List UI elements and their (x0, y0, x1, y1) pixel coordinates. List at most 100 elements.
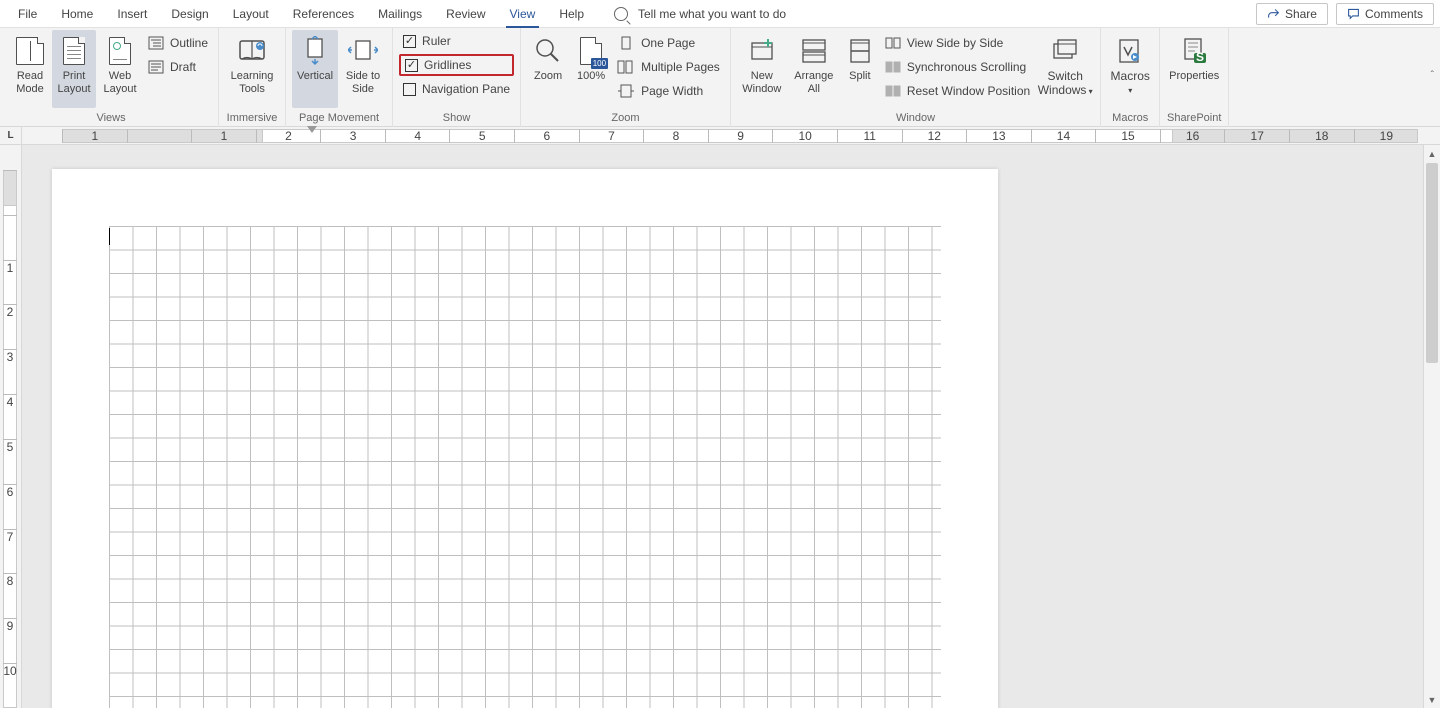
document-canvas[interactable] (22, 145, 1423, 708)
learning-tools-label: Learning Tools (225, 70, 279, 96)
multiple-pages-button[interactable]: Multiple Pages (613, 56, 724, 78)
search-icon (614, 7, 628, 21)
scroll-down-button[interactable]: ▼ (1424, 691, 1440, 708)
chevron-down-icon: ▾ (1128, 86, 1132, 95)
side-to-side-label: Side to Side (340, 70, 386, 96)
read-mode-button[interactable]: Read Mode (10, 30, 50, 108)
zoom-icon (534, 37, 562, 65)
checkbox-icon (403, 83, 416, 96)
vertical-button[interactable]: Vertical (292, 30, 338, 108)
checkbox-icon (403, 35, 416, 48)
multiple-pages-icon (617, 60, 635, 74)
ruler-checkbox[interactable]: Ruler (399, 30, 514, 52)
properties-label: Properties (1169, 70, 1219, 83)
navigation-pane-label: Navigation Pane (422, 82, 510, 96)
page-width-button[interactable]: Page Width (613, 80, 724, 102)
text-cursor (109, 228, 110, 245)
indent-marker[interactable] (307, 126, 317, 133)
collapse-ribbon-button[interactable]: ˆ (1431, 70, 1434, 81)
reset-window-position-button: Reset Window Position (881, 80, 1034, 102)
gridlines-label: Gridlines (424, 58, 471, 72)
view-side-by-side-label: View Side by Side (907, 36, 1004, 50)
new-window-button[interactable]: New Window (737, 30, 787, 108)
workspace: 12345678910 ▲ ▼ (0, 145, 1440, 708)
page[interactable] (52, 169, 998, 708)
side-to-side-button[interactable]: Side to Side (340, 30, 386, 108)
view-side-by-side-button[interactable]: View Side by Side (881, 32, 1034, 54)
zoom-label: Zoom (534, 70, 562, 83)
one-page-button[interactable]: One Page (613, 32, 724, 54)
reset-window-label: Reset Window Position (907, 84, 1030, 98)
vertical-icon (302, 36, 328, 66)
zoom-100-button[interactable]: 100 100% (571, 30, 611, 108)
scroll-thumb[interactable] (1426, 163, 1438, 363)
learning-tools-icon (237, 37, 267, 65)
new-window-label: New Window (737, 70, 787, 96)
tab-layout[interactable]: Layout (221, 0, 281, 28)
zoom-button[interactable]: Zoom (527, 30, 569, 108)
arrange-all-icon (800, 37, 828, 65)
scroll-up-button[interactable]: ▲ (1424, 145, 1440, 162)
web-layout-button[interactable]: Web Layout (98, 30, 142, 108)
draft-button[interactable]: Draft (144, 56, 212, 78)
comments-label: Comments (1365, 7, 1423, 21)
arrange-all-label: Arrange All (789, 70, 839, 96)
read-mode-label: Read Mode (10, 70, 50, 96)
macros-button[interactable]: Macros ▾ (1107, 30, 1153, 108)
print-layout-button[interactable]: Print Layout (52, 30, 96, 108)
tab-insert[interactable]: Insert (105, 0, 159, 28)
group-page-movement: Vertical Side to Side Page Movement (286, 28, 393, 127)
group-views: Read Mode Print Layout Web Layout Outlin… (4, 28, 219, 127)
side-by-side-icon (885, 36, 901, 50)
gridlines (109, 226, 941, 708)
page-width-label: Page Width (641, 84, 703, 98)
multiple-pages-label: Multiple Pages (641, 60, 720, 74)
share-button[interactable]: Share (1256, 3, 1328, 25)
print-layout-label: Print Layout (52, 70, 96, 96)
one-page-icon (617, 36, 635, 50)
macros-label: Macros (1111, 69, 1150, 83)
split-icon (848, 37, 872, 65)
group-sharepoint: S Properties SharePoint (1160, 28, 1229, 127)
group-show: Ruler Gridlines Navigation Pane Show (393, 28, 521, 127)
group-window-label: Window (896, 109, 935, 127)
outline-button[interactable]: Outline (144, 32, 212, 54)
comment-icon (1347, 7, 1360, 20)
vertical-label: Vertical (297, 70, 333, 83)
tab-help[interactable]: Help (547, 0, 596, 28)
split-label: Split (849, 70, 870, 83)
arrange-all-button[interactable]: Arrange All (789, 30, 839, 108)
outline-label: Outline (170, 36, 208, 50)
vertical-ruler[interactable]: 12345678910 (0, 145, 22, 708)
tab-selector[interactable]: L (7, 130, 13, 141)
group-window: New Window Arrange All Split View Side b… (731, 28, 1101, 127)
gridlines-checkbox[interactable]: Gridlines (399, 54, 514, 76)
group-show-label: Show (443, 109, 471, 127)
page-width-icon (617, 84, 635, 98)
horizontal-ruler[interactable]: 112345678910111213141516171819 (22, 127, 1423, 145)
tell-me-search[interactable]: Tell me what you want to do (614, 7, 786, 21)
comments-button[interactable]: Comments (1336, 3, 1434, 25)
checkbox-icon (405, 59, 418, 72)
properties-button[interactable]: S Properties (1166, 30, 1222, 108)
group-macros: Macros ▾ Macros (1101, 28, 1160, 127)
navigation-pane-checkbox[interactable]: Navigation Pane (399, 78, 514, 100)
tab-file[interactable]: File (6, 0, 49, 28)
vertical-scrollbar[interactable]: ▲ ▼ (1423, 145, 1440, 708)
tab-view[interactable]: View (498, 0, 548, 28)
switch-windows-label: Switch Windows (1038, 69, 1087, 97)
tab-design[interactable]: Design (159, 0, 220, 28)
menu-bar: File Home Insert Design Layout Reference… (0, 0, 1440, 28)
split-button[interactable]: Split (841, 30, 879, 108)
tab-references[interactable]: References (281, 0, 366, 28)
macros-icon (1116, 37, 1144, 65)
draft-icon (148, 60, 164, 74)
properties-icon: S (1180, 37, 1208, 65)
tab-review[interactable]: Review (434, 0, 497, 28)
reset-window-icon (885, 84, 901, 98)
learning-tools-button[interactable]: Learning Tools (225, 30, 279, 108)
tab-home[interactable]: Home (49, 0, 105, 28)
tell-me-placeholder: Tell me what you want to do (638, 7, 786, 21)
tab-mailings[interactable]: Mailings (366, 0, 434, 28)
switch-windows-button[interactable]: Switch Windows ▾ (1036, 30, 1094, 108)
